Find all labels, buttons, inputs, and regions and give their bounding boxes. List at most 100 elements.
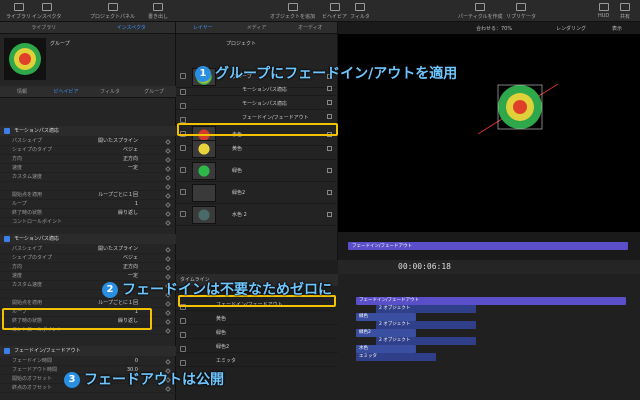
timeline-clip[interactable]: フェードイン/フェードアウト bbox=[356, 297, 626, 305]
keyframe-icon[interactable] bbox=[165, 256, 171, 262]
property-row[interactable]: コントロールポイント bbox=[0, 218, 176, 227]
timeline-clip[interactable]: 緑色 bbox=[356, 313, 416, 321]
share-icon bbox=[620, 3, 630, 11]
layer-row[interactable]: 水色 2 bbox=[176, 204, 338, 226]
track-row[interactable]: 緑色 bbox=[176, 325, 338, 339]
property-row[interactable]: 開始点を適用 ループごとに１回 bbox=[0, 299, 176, 308]
property-row[interactable]: 終了時の状態 繰り返し bbox=[0, 209, 176, 218]
lock-icon[interactable] bbox=[327, 86, 332, 91]
project-panel-button[interactable]: プロジェクトパネル bbox=[90, 3, 135, 20]
add-object-button[interactable]: オブジェクトを追加 bbox=[270, 3, 315, 20]
keyframe-icon[interactable] bbox=[165, 184, 171, 190]
replicator-button[interactable]: リプリケータ bbox=[506, 3, 536, 20]
property-row[interactable]: パスシェイプ 開いたスプライン bbox=[0, 137, 176, 146]
mini-timeline[interactable]: フェードイン/フェードアウト bbox=[338, 232, 640, 260]
particle-icon bbox=[475, 3, 486, 11]
lock-icon[interactable] bbox=[327, 146, 332, 151]
keyframe-icon[interactable] bbox=[165, 310, 171, 316]
render-menu[interactable]: レンダリング bbox=[556, 25, 586, 32]
enable-checkbox[interactable] bbox=[4, 236, 10, 242]
timeline-clip[interactable]: 2 オブジェクト bbox=[376, 337, 476, 345]
share-button[interactable]: 共有 bbox=[620, 3, 630, 20]
keyframe-icon[interactable] bbox=[165, 301, 171, 307]
keyframe-icon[interactable] bbox=[165, 220, 171, 226]
keyframe-icon[interactable] bbox=[165, 359, 171, 365]
timecode-display[interactable]: 00:00:06:18 bbox=[398, 262, 451, 271]
keyframe-icon[interactable] bbox=[165, 148, 171, 154]
keyframe-icon[interactable] bbox=[165, 211, 171, 217]
keyframe-icon[interactable] bbox=[165, 328, 171, 334]
timeline-clip[interactable]: 水色 bbox=[356, 345, 416, 353]
timeline-clip[interactable]: 2 オブジェクト bbox=[376, 321, 476, 329]
track-visibility-checkbox[interactable] bbox=[180, 318, 186, 324]
tab-layers[interactable]: レイヤー bbox=[176, 22, 230, 33]
property-row[interactable]: パスシェイプ 開いたスプライン bbox=[0, 245, 176, 254]
property-row[interactable]: カスタム速度 bbox=[0, 173, 176, 182]
track-row[interactable]: エミッタ bbox=[176, 353, 338, 367]
timeline-clip[interactable]: 緑色2 bbox=[356, 329, 416, 337]
lock-icon[interactable] bbox=[327, 190, 332, 195]
library-button[interactable]: ライブラリ bbox=[6, 3, 31, 20]
property-row[interactable]: 方向 正方向 bbox=[0, 263, 176, 272]
keyframe-icon[interactable] bbox=[165, 265, 171, 271]
create-particle-button[interactable]: パーティクルを作成 bbox=[458, 3, 503, 20]
layer-row[interactable]: 黄色 bbox=[176, 138, 338, 160]
enable-checkbox[interactable] bbox=[4, 348, 10, 354]
view-menu[interactable]: 表示 bbox=[612, 25, 622, 32]
enable-checkbox[interactable] bbox=[4, 128, 10, 134]
keyframe-icon[interactable] bbox=[165, 157, 171, 163]
visibility-checkbox[interactable] bbox=[180, 103, 186, 109]
inspector-button[interactable]: インスペクタ bbox=[32, 3, 61, 20]
visibility-checkbox[interactable] bbox=[180, 189, 186, 195]
visibility-checkbox[interactable] bbox=[180, 167, 186, 173]
layer-row[interactable]: モーションパス適応 bbox=[176, 82, 338, 96]
lock-icon[interactable] bbox=[327, 168, 332, 173]
property-row[interactable] bbox=[0, 182, 176, 191]
keyframe-icon[interactable] bbox=[165, 175, 171, 181]
timeline-clip[interactable]: 2 オブジェクト bbox=[376, 305, 476, 313]
layer-thumbnail bbox=[192, 184, 216, 202]
property-row[interactable]: 開始点を適用 ループごとに１回 bbox=[0, 191, 176, 200]
track-row[interactable]: 黄色 bbox=[176, 311, 338, 325]
section-header[interactable]: モーションパス適応 bbox=[0, 234, 176, 244]
mini-timeline-clip[interactable]: フェードイン/フェードアウト bbox=[348, 242, 628, 250]
tab-media[interactable]: メディア bbox=[230, 22, 284, 33]
keyframe-icon[interactable] bbox=[165, 193, 171, 199]
visibility-checkbox[interactable] bbox=[180, 211, 186, 217]
visibility-checkbox[interactable] bbox=[180, 73, 186, 79]
timeline-clip[interactable]: エミッタ bbox=[356, 353, 436, 361]
section-header[interactable]: モーションパス適応 bbox=[0, 126, 176, 136]
visibility-checkbox[interactable] bbox=[180, 89, 186, 95]
visibility-checkbox[interactable] bbox=[180, 145, 186, 151]
layer-row[interactable]: モーションパス適応 bbox=[176, 96, 338, 110]
section-header[interactable]: フェードイン/フェードアウト bbox=[0, 346, 176, 356]
layer-row[interactable]: 緑色2 bbox=[176, 182, 338, 204]
hud-button[interactable]: HUD bbox=[598, 3, 609, 19]
keyframe-icon[interactable] bbox=[165, 202, 171, 208]
property-row[interactable]: 速度 一定 bbox=[0, 164, 176, 173]
property-row[interactable]: 方向 正方向 bbox=[0, 155, 176, 164]
keyframe-icon[interactable] bbox=[165, 166, 171, 172]
layer-row[interactable]: 緑色 bbox=[176, 160, 338, 182]
track-row[interactable]: 緑色2 bbox=[176, 339, 338, 353]
track-visibility-checkbox[interactable] bbox=[180, 360, 186, 366]
layer-row[interactable]: フェードイン/フェードアウト bbox=[176, 110, 338, 124]
lock-icon[interactable] bbox=[327, 114, 332, 119]
layer-thumbnail bbox=[192, 206, 216, 224]
lock-icon[interactable] bbox=[327, 100, 332, 105]
lock-icon[interactable] bbox=[327, 212, 332, 217]
zoom-select[interactable]: 合わせる：70% bbox=[476, 25, 512, 32]
property-row[interactable]: フェードイン時間 0 bbox=[0, 357, 176, 366]
property-row[interactable]: ループ 1 bbox=[0, 200, 176, 209]
keyframe-icon[interactable] bbox=[165, 319, 171, 325]
track-visibility-checkbox[interactable] bbox=[180, 346, 186, 352]
track-visibility-checkbox[interactable] bbox=[180, 332, 186, 338]
property-row[interactable]: シェイプのタイプ ベジェ bbox=[0, 254, 176, 263]
tab-audio[interactable]: オーディオ bbox=[283, 22, 337, 33]
behavior-button[interactable]: ビヘイビア bbox=[322, 3, 347, 20]
keyframe-icon[interactable] bbox=[165, 247, 171, 253]
export-button[interactable]: 書き出し bbox=[148, 3, 168, 20]
keyframe-icon[interactable] bbox=[165, 139, 171, 145]
property-row[interactable]: シェイプのタイプ ベジェ bbox=[0, 146, 176, 155]
filter-button[interactable]: フィルタ bbox=[350, 3, 370, 20]
